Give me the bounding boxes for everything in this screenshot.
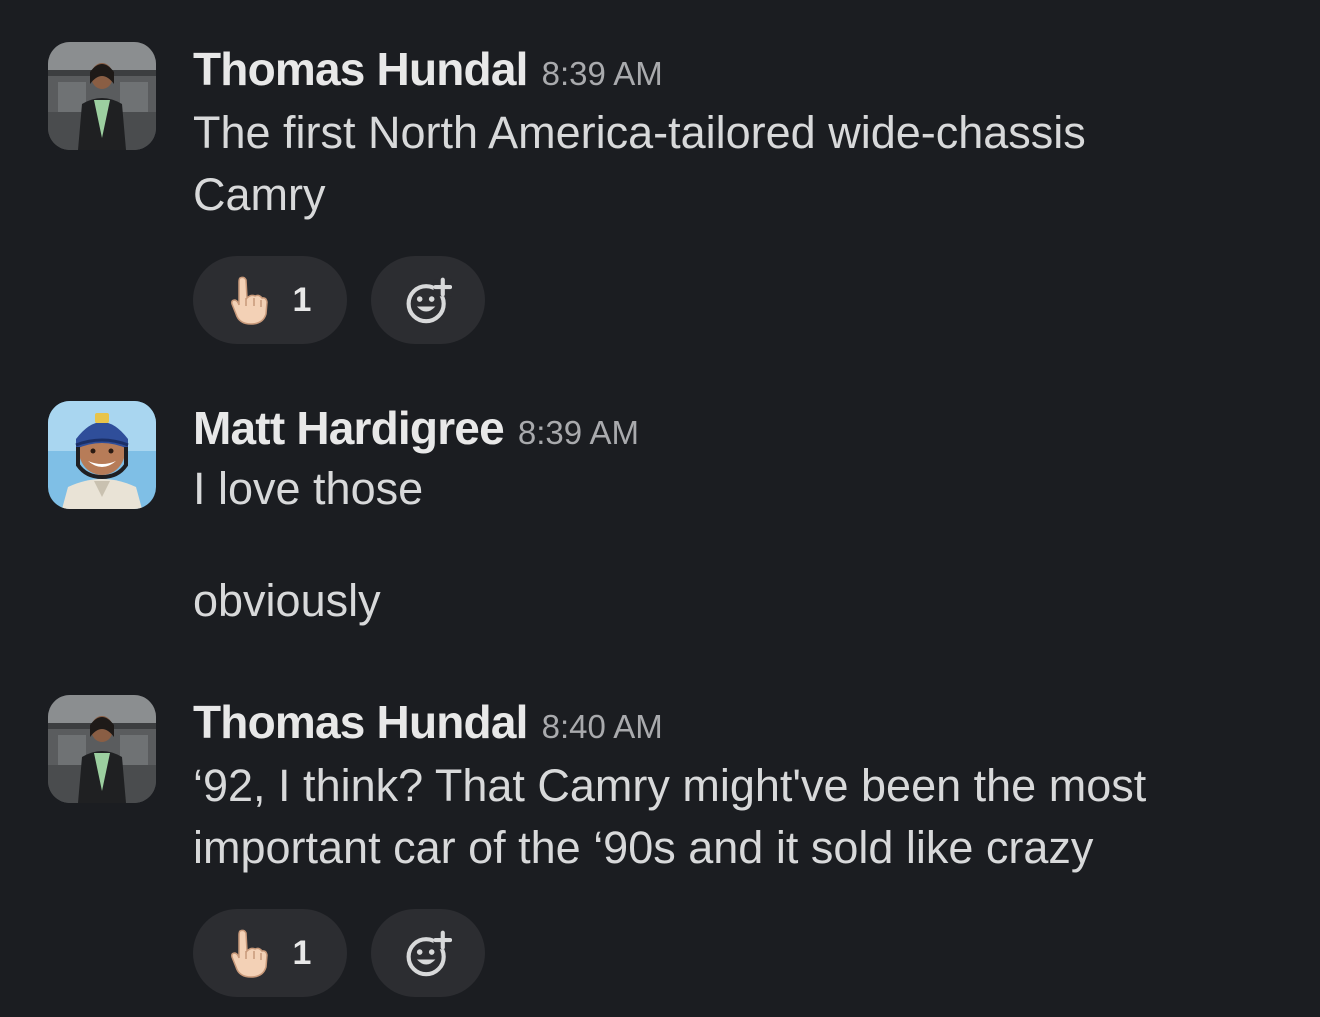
point-up-emoji-icon <box>230 276 268 325</box>
message-text: ‘92, I think? That Camry might've been t… <box>193 760 1147 873</box>
author-name[interactable]: Matt Hardigree <box>193 401 505 455</box>
reaction-bar: 1 <box>193 909 1293 997</box>
message-text: The first North America-tailored wide-ch… <box>193 107 1086 220</box>
author-name[interactable]: Thomas Hundal <box>193 695 528 749</box>
add-reaction-icon <box>406 930 452 977</box>
author-name[interactable]: Thomas Hundal <box>193 42 528 96</box>
message-feed: Thomas Hundal 8:39 AM The first North Am… <box>0 0 1320 1017</box>
point-up-emoji-icon <box>230 929 268 978</box>
reaction-bar: 1 <box>193 256 1293 344</box>
avatar[interactable] <box>48 401 156 509</box>
avatar[interactable] <box>48 695 156 803</box>
add-reaction-button[interactable] <box>371 256 485 344</box>
timestamp[interactable]: 8:39 AM <box>542 55 663 93</box>
timestamp[interactable]: 8:40 AM <box>542 708 663 746</box>
message-text: I love those obviously <box>193 463 424 626</box>
reaction-pill[interactable]: 1 <box>193 909 347 997</box>
avatar[interactable] <box>48 42 156 150</box>
reaction-count: 1 <box>292 280 312 319</box>
timestamp[interactable]: 8:39 AM <box>518 414 639 452</box>
reaction-pill[interactable]: 1 <box>193 256 347 344</box>
add-reaction-icon <box>406 277 452 324</box>
add-reaction-button[interactable] <box>371 909 485 997</box>
reaction-count: 1 <box>292 933 312 972</box>
